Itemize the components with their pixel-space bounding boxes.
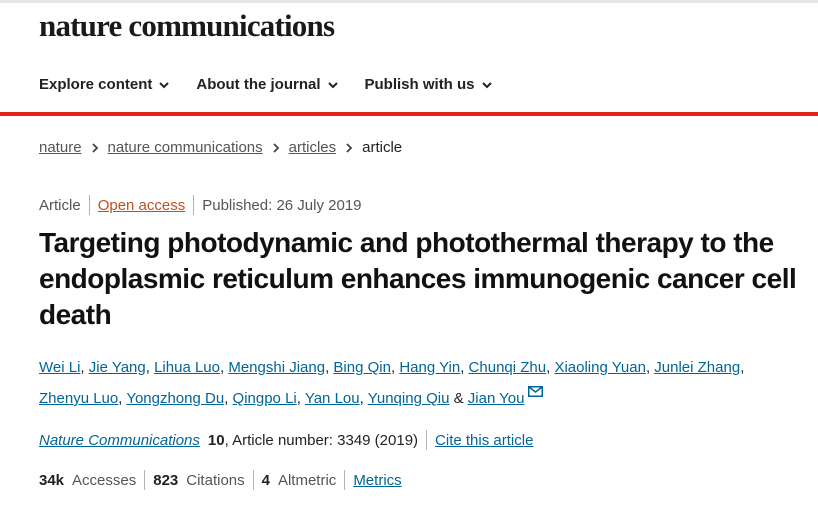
author-link[interactable]: Jie Yang — [89, 359, 146, 376]
article-metrics: 34k Accesses 823 Citations 4 Altmetric M… — [39, 470, 402, 490]
citation-line: Nature Communications 10 , Article numbe… — [39, 430, 533, 450]
author-link[interactable]: Yunqing Qiu — [368, 390, 450, 407]
top-rule — [0, 0, 818, 3]
meta-divider — [193, 195, 195, 215]
article-title: Targeting photodynamic and photothermal … — [39, 227, 797, 330]
chevron-right-icon — [272, 142, 279, 153]
author-link[interactable]: Xiaoling Yuan — [554, 359, 645, 376]
breadcrumb: nature nature communications articles ar… — [39, 139, 402, 156]
open-access-link[interactable]: Open access — [98, 197, 186, 214]
accesses-count: 34k — [39, 471, 65, 489]
author-link[interactable]: Yongzhong Du — [126, 390, 224, 407]
volume-number: 10 — [207, 431, 225, 449]
metrics-divider — [144, 470, 146, 490]
site-logo[interactable]: nature communications — [39, 8, 335, 44]
breadcrumb-nature[interactable]: nature — [39, 139, 82, 156]
author-link[interactable]: Hang Yin — [399, 359, 460, 376]
nav-about-journal[interactable]: About the journal — [196, 76, 338, 93]
author-link[interactable]: Mengshi Jiang — [228, 359, 325, 376]
author-link[interactable]: Zhenyu Luo — [39, 390, 118, 407]
nav-item-label: Publish with us — [364, 76, 475, 93]
author-link[interactable]: Chunqi Zhu — [469, 359, 547, 376]
metrics-link[interactable]: Metrics — [353, 472, 401, 489]
altmetric-score: 4 — [261, 471, 270, 489]
article-number: , Article number: 3349 (2019) — [224, 431, 419, 449]
nav-item-label: About the journal — [196, 76, 321, 93]
author-link[interactable]: Jian You — [468, 390, 525, 407]
author-link[interactable]: Wei Li — [39, 359, 80, 376]
altmetric-label: Altmetric — [277, 471, 337, 489]
cite-this-article-link[interactable]: Cite this article — [435, 432, 533, 449]
citations-label: Citations — [186, 471, 245, 489]
header-accent-bar — [0, 112, 818, 116]
metrics-divider — [252, 470, 254, 490]
accesses-label: Accesses — [72, 471, 137, 489]
breadcrumb-nature-communications[interactable]: nature communications — [108, 139, 263, 156]
main-nav: Explore content About the journal Publis… — [39, 76, 519, 93]
chevron-right-icon — [346, 142, 353, 153]
author-link[interactable]: Junlei Zhang — [654, 359, 740, 376]
article-meta: Article Open access Published: 26 July 2… — [39, 195, 362, 215]
citation-divider — [426, 430, 428, 450]
breadcrumb-articles[interactable]: articles — [289, 139, 337, 156]
citations-count: 823 — [153, 471, 179, 489]
metrics-divider — [344, 470, 346, 490]
chevron-right-icon — [91, 142, 98, 153]
author-link[interactable]: Bing Qin — [333, 359, 391, 376]
author-link[interactable]: Qingpo Li — [233, 390, 297, 407]
author-link[interactable]: Yan Lou — [305, 390, 360, 407]
journal-link[interactable]: Nature Communications — [39, 432, 200, 449]
chevron-down-icon — [481, 81, 492, 88]
author-link[interactable]: Lihua Luo — [154, 359, 220, 376]
article-type: Article — [39, 196, 81, 214]
meta-divider — [88, 195, 90, 215]
chevron-down-icon — [327, 81, 338, 88]
author-list: Wei Li, Jie Yang, Lihua Luo, Mengshi Jia… — [39, 359, 745, 407]
published-date: Published: 26 July 2019 — [202, 196, 362, 214]
breadcrumb-current: article — [362, 139, 403, 156]
nav-item-label: Explore content — [39, 76, 153, 93]
mail-icon[interactable] — [527, 386, 543, 397]
nav-publish-with-us[interactable]: Publish with us — [365, 76, 493, 93]
chevron-down-icon — [159, 81, 170, 88]
nav-explore-content[interactable]: Explore content — [39, 76, 170, 93]
